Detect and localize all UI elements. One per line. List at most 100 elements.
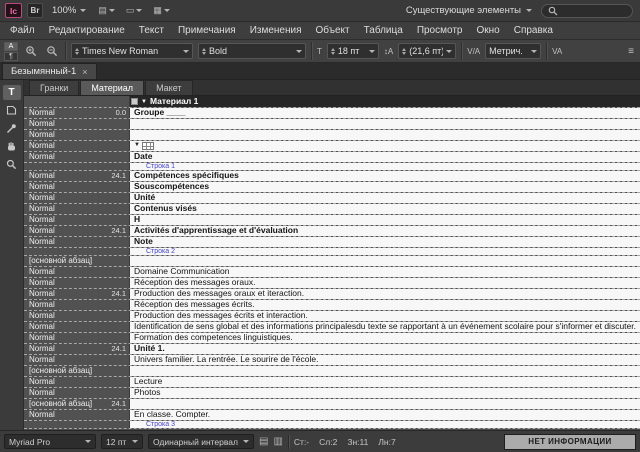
galley-row[interactable]: ▼Материал 1	[24, 96, 640, 108]
galley-page-icon[interactable]: ▤	[259, 437, 268, 447]
galley-text[interactable]: Formation des competences linguistiques.	[130, 333, 640, 343]
font-size-input[interactable]: 18 пт	[327, 43, 379, 59]
galley-row[interactable]: Normal	[24, 130, 640, 141]
eyedropper-tool[interactable]	[3, 121, 21, 136]
paragraph-formatting-toggle[interactable]: ¶	[4, 52, 18, 61]
galley-row[interactable]: [основной абзац]	[24, 256, 640, 267]
stepper-up-icon[interactable]	[331, 48, 335, 51]
collapse-triangle-icon[interactable]: ▼	[141, 99, 147, 105]
galley-text[interactable]	[130, 399, 640, 409]
close-icon[interactable]: ×	[82, 67, 87, 77]
galley-row[interactable]: NormalUnivers familier. La rentrée. Le s…	[24, 355, 640, 366]
leading-input[interactable]: (21,6 пт)	[398, 43, 456, 59]
menu-item[interactable]: Справка	[507, 22, 560, 39]
galley-text[interactable]: Production des messages oraux et iteract…	[130, 289, 640, 299]
galley-text[interactable]: Photos	[130, 388, 640, 398]
view-options-icon[interactable]: ▤	[95, 5, 118, 16]
display-size-select[interactable]: 12 пт	[101, 434, 143, 449]
galley-row[interactable]: Normal0.0Groupe ____	[24, 108, 640, 119]
table-icon[interactable]	[142, 142, 154, 150]
stepper-icon[interactable]	[202, 48, 206, 55]
galley-text[interactable]: Строка 2	[130, 248, 640, 255]
galley-text[interactable]	[130, 366, 640, 376]
arrange-documents-icon[interactable]: ▦	[150, 5, 173, 16]
workspace-switcher[interactable]: Существующие элементы	[402, 5, 536, 16]
stepper-up-icon[interactable]	[202, 48, 206, 51]
galley-row[interactable]: NormalUnité	[24, 193, 640, 204]
menu-item[interactable]: Текст	[132, 22, 171, 39]
galley-row[interactable]: Normal24.1Compétences spécifiques	[24, 171, 640, 182]
character-formatting-toggle[interactable]: А	[4, 42, 18, 51]
stepper-icon[interactable]	[402, 48, 406, 55]
menu-item[interactable]: Файл	[3, 22, 42, 39]
galley-row[interactable]: Строка 3	[24, 421, 640, 429]
galley-text[interactable]: ▼	[130, 141, 640, 151]
font-style-select[interactable]: Bold	[198, 43, 306, 59]
galley-text[interactable]: Unité 1.	[130, 344, 640, 354]
galley-row[interactable]: Normal▼	[24, 141, 640, 152]
galley-row[interactable]: NormalPhotos	[24, 388, 640, 399]
galley-row[interactable]: NormalSouscompétences	[24, 182, 640, 193]
menu-item[interactable]: Таблица	[357, 22, 410, 39]
view-tab[interactable]: Гранки	[29, 80, 79, 95]
bridge-icon[interactable]: Br	[27, 3, 43, 18]
galley-text[interactable]	[130, 256, 640, 266]
galley-row[interactable]: NormalRéception des messages écrits.	[24, 300, 640, 311]
galley-row[interactable]: NormalFormation des competences linguist…	[24, 333, 640, 344]
search-input[interactable]	[561, 5, 626, 17]
galley-text[interactable]: Groupe ____	[130, 108, 640, 118]
galley-text[interactable]: Activités d'apprentissage et d'évaluatio…	[130, 226, 640, 236]
galley-text[interactable]: H	[130, 215, 640, 225]
panel-menu-icon[interactable]: ≡	[628, 46, 636, 57]
display-spacing-select[interactable]: Одинарный интервал	[148, 434, 254, 449]
galley-text[interactable]: Unité	[130, 193, 640, 203]
galley-row[interactable]: Normal24.1Activités d'apprentissage et d…	[24, 226, 640, 237]
galley-row[interactable]: NormalIdentification de sens global et d…	[24, 322, 640, 333]
galley-row[interactable]: Строка 2	[24, 248, 640, 256]
galley-text[interactable]: Identification de sens global et des inf…	[130, 322, 640, 332]
galley-text[interactable]: Compétences spécifiques	[130, 171, 640, 181]
story-handle-icon[interactable]	[131, 98, 138, 105]
galley-text[interactable]: ▼Материал 1	[130, 96, 640, 107]
galley-text[interactable]	[130, 130, 640, 140]
galley-text[interactable]: Contenus visés	[130, 204, 640, 214]
galley-text[interactable]: Production des messages écrits et intera…	[130, 311, 640, 321]
galley-row[interactable]: [основной абзац]24.1	[24, 399, 640, 410]
galley-row[interactable]: NormalLecture	[24, 377, 640, 388]
menu-item[interactable]: Редактирование	[42, 22, 132, 39]
galley-row[interactable]: [основной абзац]	[24, 366, 640, 377]
view-tab[interactable]: Макет	[145, 80, 192, 95]
galley-text[interactable]: Строка 3	[130, 421, 640, 428]
stepper-up-icon[interactable]	[402, 48, 406, 51]
galley-text[interactable]: Domaine Communication	[130, 267, 640, 277]
document-tab[interactable]: Безымянный-1 ×	[2, 63, 97, 79]
galley-row[interactable]: NormalDomaine Communication	[24, 267, 640, 278]
note-tool[interactable]	[3, 103, 21, 118]
zoom-in-icon[interactable]	[23, 43, 39, 59]
table-collapse-icon[interactable]: ▼	[134, 142, 140, 148]
font-family-select[interactable]: Times New Roman	[71, 43, 193, 59]
galley-text[interactable]: Lecture	[130, 377, 640, 387]
galley-text[interactable]: Souscompétences	[130, 182, 640, 192]
galley-row[interactable]: NormalDate	[24, 152, 640, 163]
search-box[interactable]	[541, 4, 633, 18]
zoom-tool[interactable]	[3, 157, 21, 172]
hand-tool[interactable]	[3, 139, 21, 154]
stepper-down-icon[interactable]	[202, 52, 206, 55]
galley-row[interactable]: NormalRéception des messages oraux.	[24, 278, 640, 289]
galley-row[interactable]: NormalProduction des messages écrits et …	[24, 311, 640, 322]
zoom-out-icon[interactable]	[44, 43, 60, 59]
menu-item[interactable]: Объект	[309, 22, 357, 39]
stepper-down-icon[interactable]	[331, 52, 335, 55]
display-font-select[interactable]: Myriad Pro	[4, 434, 96, 449]
galley-text[interactable]: Réception des messages oraux.	[130, 278, 640, 288]
galley-row[interactable]: Normal	[24, 119, 640, 130]
zoom-level-select[interactable]: 100%	[48, 3, 90, 19]
stepper-up-icon[interactable]	[75, 48, 79, 51]
menu-item[interactable]: Окно	[469, 22, 506, 39]
kerning-select[interactable]: Метрич.	[485, 43, 541, 59]
stepper-down-icon[interactable]	[75, 52, 79, 55]
galley-text[interactable]	[130, 119, 640, 129]
type-tool[interactable]: T	[3, 85, 21, 100]
galley-text[interactable]: Note	[130, 237, 640, 247]
